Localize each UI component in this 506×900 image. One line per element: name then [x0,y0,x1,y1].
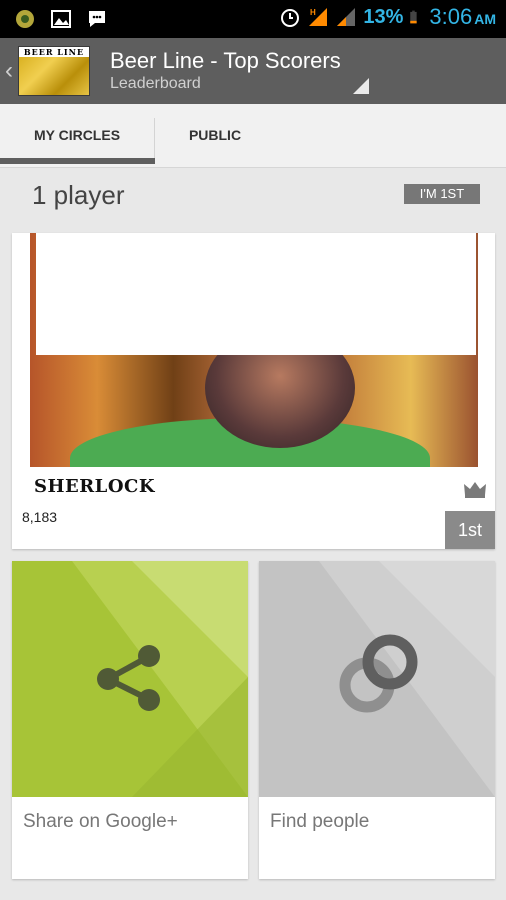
player-avatar [30,233,478,467]
battery-icon [410,10,418,24]
share-tile[interactable]: Share on Google+ [12,561,248,879]
share-tile-art [12,561,248,797]
alarm-icon [281,9,300,27]
find-people-tile-art [259,561,495,797]
back-chevron-icon[interactable]: ‹ [5,57,13,85]
app-logo[interactable]: BEER LINE [18,46,90,96]
player-count: 1 player [32,180,125,210]
find-people-tile[interactable]: Find people [259,561,495,879]
tab-public[interactable]: PUBLIC [155,104,275,168]
svg-text:H: H [310,8,316,17]
app-icon [16,10,34,28]
action-bar: ‹ BEER LINE Beer Line - Top Scorers Lead… [0,38,506,104]
chat-icon [89,11,105,27]
share-icon [97,645,160,711]
page-title[interactable]: Beer Line - Top Scorers [110,48,341,74]
page-subtitle[interactable]: Leaderboard [110,75,201,93]
tab-selected-indicator [0,158,155,164]
player-card[interactable]: SHERLOCK 8,183 1st [12,233,495,549]
find-people-label: Find people [270,811,370,832]
spinner-corner-icon[interactable] [353,78,369,94]
crown-icon [464,482,486,498]
jump-to-me-button[interactable]: I'M 1ST [404,184,480,204]
share-label: Share on Google+ [23,811,178,832]
player-name: SHERLOCK [34,476,155,497]
circles-icon [339,634,418,713]
logo-text: BEER LINE [19,47,89,57]
signal-icon [337,8,356,26]
battery-percent: 13% [363,5,404,28]
signal-h-icon: H [309,8,328,26]
clock: 3:06 AM [429,4,496,29]
rank-badge: 1st [445,511,495,549]
status-bar: H 13% 3:06 AM [0,0,506,38]
gallery-icon [51,10,71,28]
player-score: 8,183 [22,509,58,525]
